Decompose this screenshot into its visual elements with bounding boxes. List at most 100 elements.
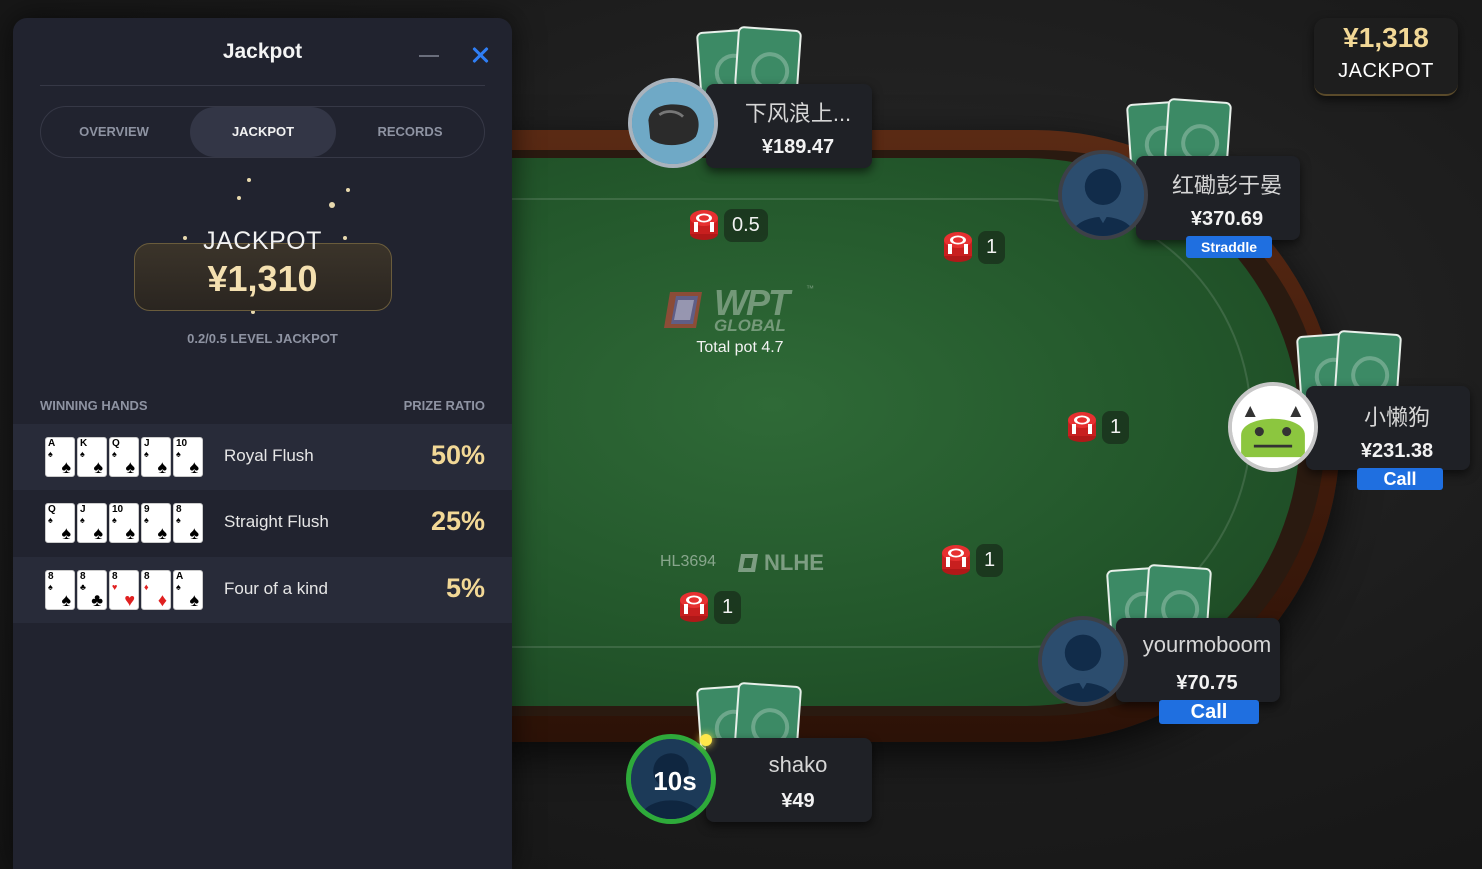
jackpot-level: 0.2/0.5 LEVEL JACKPOT xyxy=(187,331,338,346)
sparkle xyxy=(329,202,335,208)
player-stack: ¥70.75 xyxy=(1176,672,1238,694)
card-rank: J xyxy=(80,504,86,515)
bet-amount: 1 xyxy=(976,543,1004,577)
player-plate: 小懒狗 ¥231.38 xyxy=(1306,386,1470,470)
player-name: yourmoboom xyxy=(1142,632,1272,657)
playing-card: K ♠ ♠ xyxy=(77,437,107,477)
jackpot-badge-amount: ¥1,318 xyxy=(1343,22,1429,53)
playing-card: A ♠ ♠ xyxy=(45,437,75,477)
card-suit-small-icon: ♥ xyxy=(112,582,118,592)
player-stack: ¥370.69 xyxy=(1190,208,1264,230)
wpt-global-logo: WPT GLOBAL ™ xyxy=(662,282,822,336)
turn-timer: 10s xyxy=(653,766,697,796)
minimize-button[interactable] xyxy=(417,42,441,66)
bet-seat-right-top: 1 xyxy=(942,230,1006,264)
card-suit-icon: ♠ xyxy=(93,457,103,477)
tab-records[interactable]: RECORDS xyxy=(337,107,483,157)
card-rank: A xyxy=(48,438,56,449)
jackpot-label: JACKPOT xyxy=(203,227,322,255)
sparkle xyxy=(346,188,350,192)
card-suit-icon: ♠ xyxy=(61,590,71,610)
card-suit-icon: ♠ xyxy=(61,457,71,477)
hand-name: Royal Flush xyxy=(224,446,314,465)
card-rank: 8 xyxy=(80,571,86,582)
tab-overview[interactable]: OVERVIEW xyxy=(41,107,187,157)
player-name: 下风浪上... xyxy=(744,101,852,126)
hand-row: Q ♠ ♠ J ♠ ♠ 10 ♠ ♠ 9 ♠ ♠ 8 ♠ ♠ Straight Flush 25% xyxy=(13,490,512,556)
card-rank: Q xyxy=(48,504,56,515)
playing-card: 8 ♠ ♠ xyxy=(45,570,75,610)
playing-card: 10 ♠ ♠ xyxy=(173,437,203,477)
hand-ratio: 50% xyxy=(430,440,485,470)
card-suit-small-icon: ♠ xyxy=(80,515,85,525)
card-rank: 8 xyxy=(176,504,182,515)
bet-amount: 1 xyxy=(714,590,742,624)
card-rank: Q xyxy=(112,438,120,449)
card-suit-icon: ♠ xyxy=(189,590,199,610)
player-plate: 红磡彭于晏 ¥370.69 xyxy=(1136,156,1300,240)
player-seat-5[interactable]: shako ¥49 10s xyxy=(622,681,878,842)
playing-card: J ♠ ♠ xyxy=(77,503,107,543)
action-tag-call: Call xyxy=(1357,468,1443,490)
chip-icon xyxy=(1068,412,1096,442)
chip-icon xyxy=(942,545,970,575)
hand-row: 8 ♠ ♠ 8 ♣ ♣ 8 ♥ ♥ 8 ♦ ♦ A ♠ ♠ Four of a kind 5% xyxy=(13,557,512,623)
player-name: shako xyxy=(768,752,828,777)
close-button[interactable] xyxy=(469,44,491,66)
card-suit-small-icon: ♠ xyxy=(176,449,181,459)
nlhe-icon xyxy=(738,554,758,572)
card-suit-icon: ♠ xyxy=(189,457,199,477)
card-rank: A xyxy=(176,571,184,582)
panel-tabs: OVERVIEW JACKPOT RECORDS xyxy=(40,106,485,158)
player-avatar[interactable] xyxy=(1228,382,1318,472)
bet-amount: 1 xyxy=(978,230,1006,264)
winning-hands-header: WINNING HANDS xyxy=(40,398,148,413)
hand-cards: 8 ♠ ♠ 8 ♣ ♣ 8 ♥ ♥ 8 ♦ ♦ A ♠ ♠ xyxy=(45,570,203,610)
player-avatar[interactable] xyxy=(628,78,718,168)
hand-cards: Q ♠ ♠ J ♠ ♠ 10 ♠ ♠ 9 ♠ ♠ 8 ♠ ♠ xyxy=(45,503,203,543)
game-type: NLHE xyxy=(736,549,824,577)
sparkle xyxy=(247,178,251,182)
title-divider xyxy=(40,85,485,86)
player-stack: ¥231.38 xyxy=(1360,440,1434,462)
card-suit-icon: ♠ xyxy=(157,523,167,543)
card-suit-small-icon: ♠ xyxy=(48,449,53,459)
card-suit-icon: ♠ xyxy=(125,457,135,477)
jackpot-amount: ¥1,310 xyxy=(207,258,318,299)
player-seat-4[interactable]: yourmoboom ¥70.75 Call xyxy=(1036,563,1286,734)
card-suit-icon: ♠ xyxy=(189,523,199,543)
bet-amount: 0.5 xyxy=(724,208,768,242)
player-avatar[interactable] xyxy=(1058,150,1148,240)
card-suit-small-icon: ♠ xyxy=(112,515,117,525)
player-seat-1[interactable]: 下风浪上... ¥189.47 xyxy=(626,25,876,176)
card-suit-small-icon: ♠ xyxy=(176,582,181,592)
player-plate: 下风浪上... ¥189.47 xyxy=(706,84,872,168)
game-type-label: NLHE xyxy=(764,550,824,575)
playing-card: Q ♠ ♠ xyxy=(109,437,139,477)
hole-cards xyxy=(1125,97,1240,167)
prize-ratio-header: PRIZE RATIO xyxy=(403,398,485,413)
jackpot-badge[interactable]: ¥1,318 JACKPOT xyxy=(1314,18,1458,96)
jackpot-badge-label: JACKPOT xyxy=(1338,60,1434,82)
hand-row: A ♠ ♠ K ♠ ♠ Q ♠ ♠ J ♠ ♠ 10 ♠ ♠ Royal Flush 50% xyxy=(13,424,512,490)
wpt-logo-subtext: GLOBAL xyxy=(714,316,786,335)
card-rank: K xyxy=(80,438,88,449)
card-suit-icon: ♠ xyxy=(157,457,167,477)
card-rank: 10 xyxy=(176,438,188,449)
card-suit-small-icon: ♠ xyxy=(48,515,53,525)
bet-amount: 1 xyxy=(1102,410,1130,444)
player-avatar[interactable] xyxy=(1038,616,1128,706)
total-pot: Total pot 4.7 xyxy=(696,339,784,356)
player-seat-3[interactable]: 小懒狗 ¥231.38 Call xyxy=(1226,329,1476,500)
player-seat-2[interactable]: 红磡彭于晏 ¥370.69 Straddle xyxy=(1056,97,1306,268)
player-plate: yourmoboom ¥70.75 xyxy=(1116,618,1280,702)
card-suit-small-icon: ♦ xyxy=(144,582,149,592)
playing-card: 8 ♦ ♦ xyxy=(141,570,171,610)
player-name: 小懒狗 xyxy=(1363,405,1430,430)
tab-jackpot[interactable]: JACKPOT xyxy=(190,107,336,157)
playing-card: 8 ♥ ♥ xyxy=(109,570,139,610)
playing-card: Q ♠ ♠ xyxy=(45,503,75,543)
bet-seat-top: 0.5 xyxy=(688,208,768,242)
card-suit-small-icon: ♠ xyxy=(176,515,181,525)
card-suit-icon: ♦ xyxy=(157,590,167,610)
